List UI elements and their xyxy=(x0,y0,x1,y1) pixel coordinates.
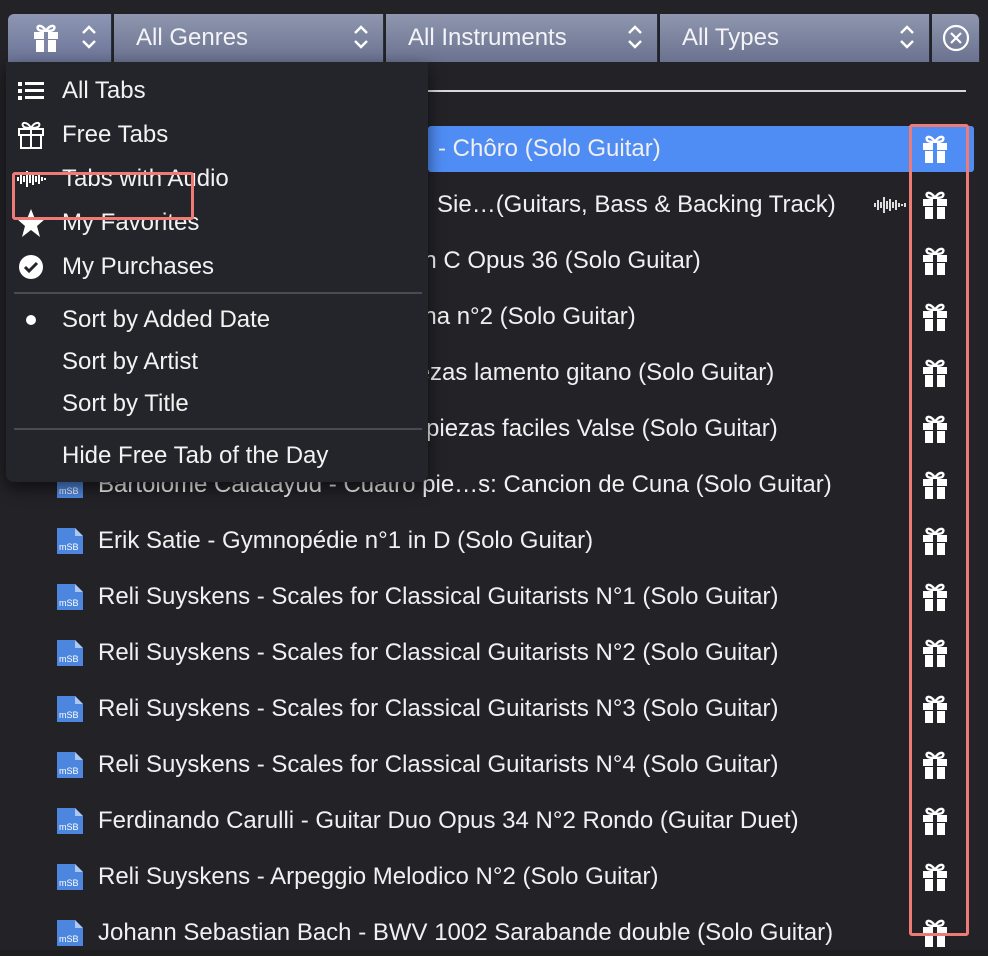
menu-item-sort-artist[interactable]: Sort by Artist xyxy=(6,341,428,383)
tab-list-row[interactable]: mSB Reli Suyskens - Arpeggio Melodico N°2… xyxy=(0,854,988,900)
tab-title: Reli Suyskens - Scales for Classical Gui… xyxy=(98,583,779,610)
tab-list-row[interactable]: mSB Reli Suyskens - Scales for Classical … xyxy=(0,574,988,620)
menu-item-all-tabs[interactable]: All Tabs xyxy=(6,70,428,112)
menu-item-sort-title[interactable]: Sort by Title xyxy=(6,383,428,425)
instrument-select[interactable]: All Instruments xyxy=(386,14,658,62)
waveform-icon xyxy=(874,197,906,213)
menu-item-hide-free-tab-of-the-day[interactable]: Hide Free Tab of the Day xyxy=(6,435,428,477)
svg-text:mSB: mSB xyxy=(59,654,79,664)
menu-item-free-tabs[interactable]: Free Tabs xyxy=(6,114,428,156)
file-icon: mSB xyxy=(57,584,83,610)
gift-icon xyxy=(923,303,947,331)
gift-icon xyxy=(923,135,947,163)
list-header-divider xyxy=(426,90,966,92)
menu-item-sort-added-date[interactable]: Sort by Added Date xyxy=(6,299,428,341)
svg-text:mSB: mSB xyxy=(59,542,79,552)
menu-item-label: Sort by Artist xyxy=(62,348,199,375)
genre-select[interactable]: All Genres xyxy=(114,14,384,62)
type-select-label: All Types xyxy=(682,24,779,51)
gift-icon xyxy=(923,695,947,723)
tab-title: Ferdinando Carulli - Guitar Duo Opus 34 … xyxy=(98,807,799,834)
file-icon: mSB xyxy=(57,920,83,946)
tab-title: - Chôro (Solo Guitar) xyxy=(438,135,661,162)
chevron-updown-icon xyxy=(900,25,914,49)
filter-toolbar: All Genres All Instruments All Types xyxy=(8,14,980,62)
tab-list-row[interactable]: mSB Erik Satie - Gymnopédie n°1 in D (Sol… xyxy=(0,518,988,564)
svg-text:mSB: mSB xyxy=(59,878,79,888)
gift-icon xyxy=(923,527,947,555)
file-icon: mSB xyxy=(57,696,83,722)
tab-title: Reli Suyskens - Scales for Classical Gui… xyxy=(98,751,779,778)
genre-select-label: All Genres xyxy=(136,24,249,51)
tab-title: Sie…(Guitars, Bass & Backing Track) xyxy=(437,191,836,218)
selected-bullet-icon xyxy=(26,315,36,325)
gift-icon xyxy=(923,919,947,947)
svg-text:mSB: mSB xyxy=(59,822,79,832)
svg-text:mSB: mSB xyxy=(59,710,79,720)
gift-icon xyxy=(923,863,947,891)
file-icon: mSB xyxy=(57,640,83,666)
tab-title: Reli Suyskens - Arpeggio Melodico N°2 (S… xyxy=(98,863,659,890)
gift-icon xyxy=(923,583,947,611)
menu-item-label: Sort by Title xyxy=(62,390,189,417)
tab-list-row[interactable]: mSB Ferdinando Carulli - Guitar Duo Opus … xyxy=(0,798,988,844)
gift-icon xyxy=(923,639,947,667)
menu-item-label: My Purchases xyxy=(62,253,215,280)
tab-title: ro piezas faciles Valse (Solo Guitar) xyxy=(398,415,778,442)
chevron-updown-icon xyxy=(354,25,368,49)
tab-title: Reli Suyskens - Scales for Classical Gui… xyxy=(98,639,779,666)
gift-icon xyxy=(923,471,947,499)
app-window: All Genres All Instruments All Types mSB… xyxy=(0,0,988,950)
tab-title: ana n°2 (Solo Guitar) xyxy=(410,303,636,330)
menu-item-label: Free Tabs xyxy=(62,121,169,148)
tab-list-row[interactable]: mSB Johann Sebastian Bach - BWV 1002 Sara… xyxy=(0,910,988,956)
svg-text:mSB: mSB xyxy=(59,598,79,608)
gift-icon xyxy=(923,247,947,275)
chevron-updown-icon xyxy=(628,25,642,49)
instrument-select-label: All Instruments xyxy=(408,24,567,51)
menu-separator xyxy=(14,292,422,294)
menu-item-label: Sort by Added Date xyxy=(62,306,271,333)
gift-icon xyxy=(18,121,44,149)
svg-text:mSB: mSB xyxy=(59,934,79,944)
check-circle-icon xyxy=(19,255,43,279)
tab-title: Erik Satie - Gymnopédie n°1 in D (Solo G… xyxy=(98,527,594,554)
file-icon: mSB xyxy=(57,528,83,554)
file-icon: mSB xyxy=(57,864,83,890)
menu-item-my-purchases[interactable]: My Purchases xyxy=(6,246,428,288)
gift-icon xyxy=(923,807,947,835)
file-icon: mSB xyxy=(57,752,83,778)
list-icon xyxy=(18,82,44,100)
tab-list-row[interactable]: mSB Reli Suyskens - Scales for Classical … xyxy=(0,686,988,732)
free-tabs-highlight xyxy=(12,172,194,220)
tab-title: Johann Sebastian Bach - BWV 1002 Saraban… xyxy=(98,919,834,946)
list-filter-popup[interactable] xyxy=(8,14,112,62)
chevron-updown-icon xyxy=(82,25,96,49)
gift-icon xyxy=(923,751,947,779)
gift-icon xyxy=(923,415,947,443)
gift-icon xyxy=(923,359,947,387)
filter-dropdown-menu: All Tabs Free Tabs Tabs with Audio My Fa… xyxy=(6,62,428,482)
menu-item-label: All Tabs xyxy=(62,77,146,104)
tab-title: Reli Suyskens - Scales for Classical Gui… xyxy=(98,695,779,722)
gift-icon xyxy=(34,24,58,52)
gift-icon xyxy=(923,191,947,219)
tab-title: o in C Opus 36 (Solo Guitar) xyxy=(398,247,701,274)
file-icon: mSB xyxy=(57,808,83,834)
close-circle-icon xyxy=(942,24,969,52)
svg-text:mSB: mSB xyxy=(59,486,79,496)
menu-separator xyxy=(14,428,422,430)
type-select[interactable]: All Types xyxy=(660,14,930,62)
menu-item-label: Hide Free Tab of the Day xyxy=(62,442,329,469)
clear-filters-button[interactable] xyxy=(932,14,980,62)
tab-title: piezas lamento gitano (Solo Guitar) xyxy=(398,359,775,386)
tab-list-row[interactable]: mSB Reli Suyskens - Scales for Classical … xyxy=(0,742,988,788)
svg-text:mSB: mSB xyxy=(59,766,79,776)
tab-list-row[interactable]: mSB Reli Suyskens - Scales for Classical … xyxy=(0,630,988,676)
